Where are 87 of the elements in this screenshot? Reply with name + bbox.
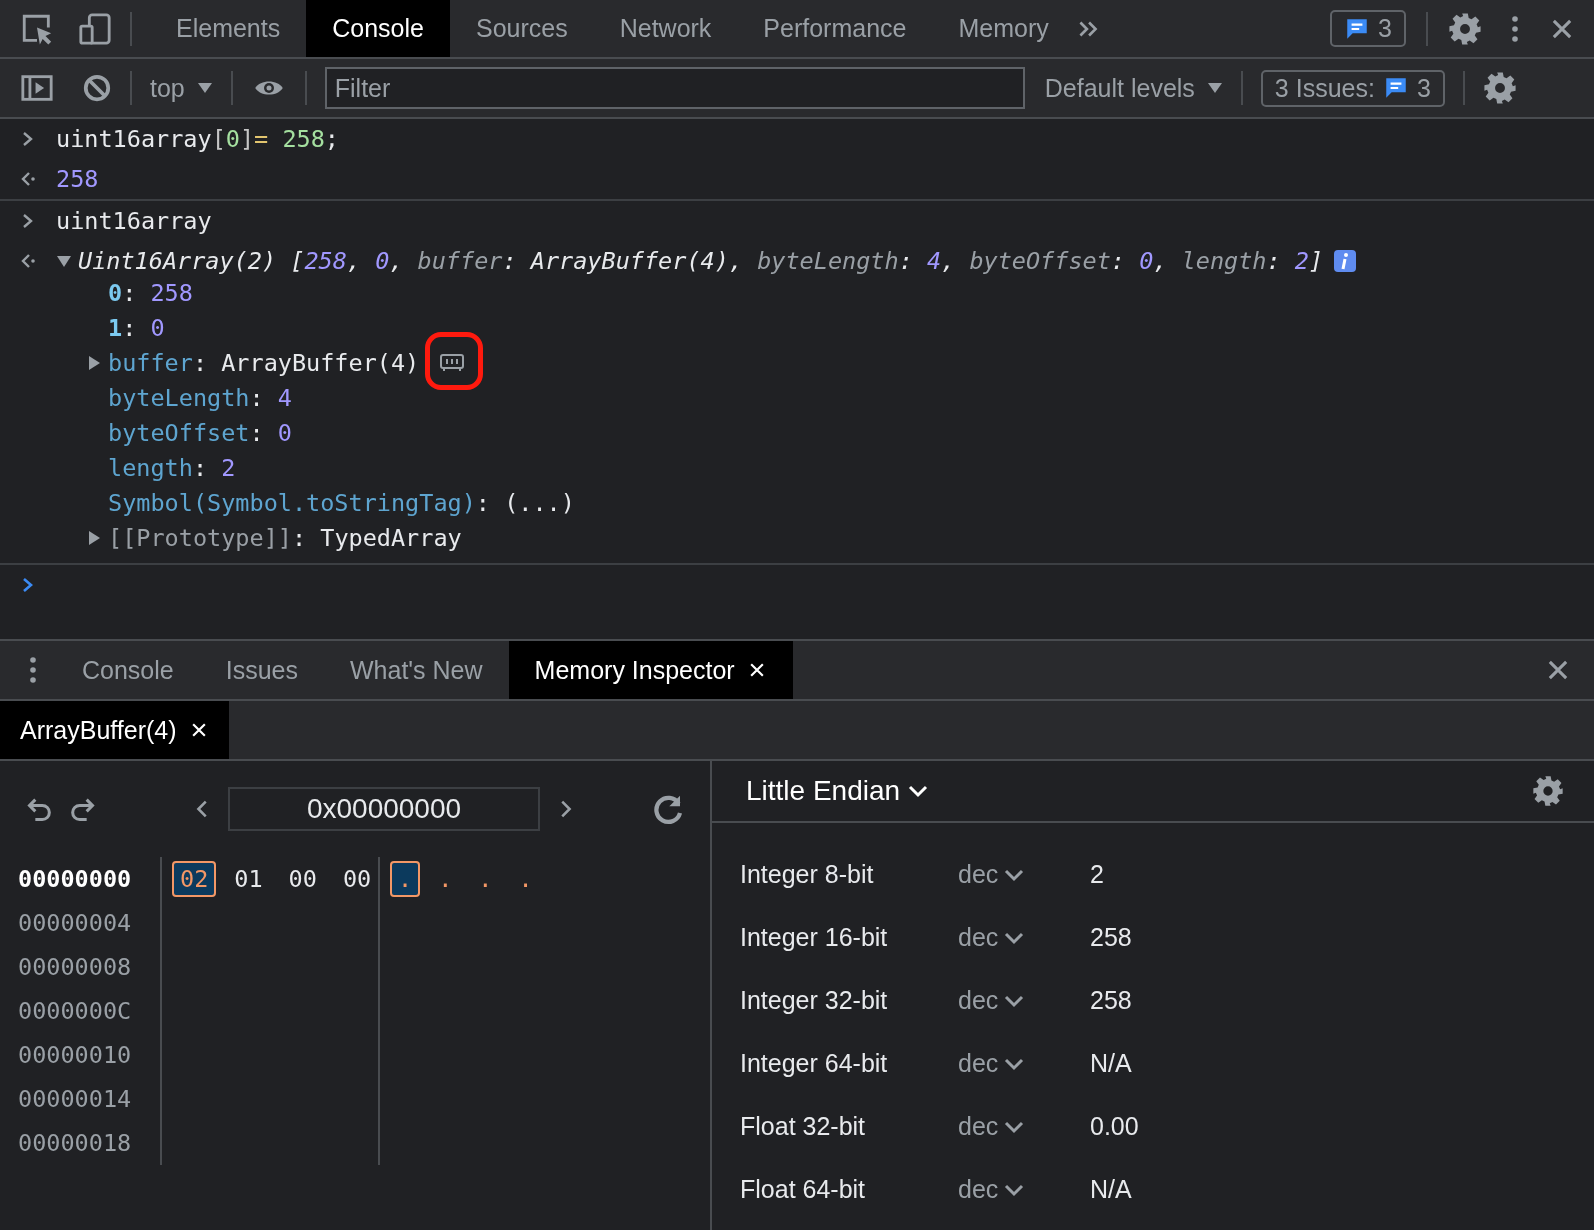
expand-arrow-icon[interactable] — [86, 529, 102, 546]
console-input-line: uint16array — [56, 207, 212, 235]
panel-tab[interactable]: Console — [306, 0, 450, 57]
address-label: 00000010 — [18, 1041, 132, 1069]
drawer-menu-icon[interactable] — [28, 655, 38, 685]
inspector-settings-icon[interactable] — [1532, 775, 1564, 807]
drawer-tab[interactable]: What's New — [324, 641, 509, 699]
value-text: 258 — [1090, 923, 1132, 952]
device-icon[interactable] — [78, 11, 112, 46]
chevron-down-icon — [1004, 993, 1025, 1008]
value-text: N/A — [1090, 1049, 1132, 1078]
format-dropdown[interactable]: dec — [958, 1049, 1090, 1078]
context-dropdown[interactable]: top — [150, 73, 213, 103]
value-type-label: Float 64-bit — [740, 1175, 867, 1204]
chevron-down-icon — [1004, 867, 1025, 882]
address-field[interactable]: 0x00000000 — [228, 787, 540, 831]
property-line: byteOffset: 0 — [108, 418, 292, 447]
result-arrow-icon — [20, 170, 38, 188]
format-dropdown[interactable]: dec — [958, 986, 1090, 1015]
console-input-line: uint16array[0]= 258; — [56, 125, 339, 153]
value-type-label: Integer 64-bit — [740, 1049, 889, 1078]
console-settings-icon[interactable] — [1482, 71, 1517, 105]
byte-cell[interactable]: 00 — [334, 861, 380, 897]
ascii-cell[interactable]: . — [470, 861, 501, 897]
format-dropdown[interactable]: dec — [958, 860, 1090, 889]
value-text: 258 — [1090, 986, 1132, 1015]
address-label: 00000014 — [18, 1085, 132, 1113]
address-label: 00000018 — [18, 1129, 132, 1157]
property-line: byteLength: 4 — [108, 383, 292, 412]
chevron-down-icon — [1004, 930, 1025, 945]
panel-tab[interactable]: Sources — [449, 0, 594, 57]
ascii-cell[interactable]: . — [510, 861, 541, 897]
log-levels-dropdown[interactable]: Default levels — [1044, 73, 1223, 103]
ascii-cell[interactable]: . — [390, 861, 421, 897]
byte-cell[interactable]: 01 — [226, 861, 271, 897]
value-type-label: Integer 32-bit — [740, 986, 889, 1015]
property-line: [[Prototype]]: TypedArray — [108, 523, 462, 552]
address-label: 00000008 — [18, 953, 132, 981]
value-text: 0.00 — [1090, 1112, 1139, 1141]
result-arrow-icon — [20, 252, 38, 270]
address-label: 00000004 — [18, 909, 132, 937]
panel-tab[interactable]: Network — [593, 0, 738, 57]
address-label: 00000000 — [18, 865, 132, 893]
value-type-label: Float 32-bit — [740, 1112, 867, 1141]
chevron-down-icon — [1004, 1056, 1025, 1071]
dropdown-caret-icon — [196, 82, 213, 94]
more-options-icon[interactable] — [1510, 13, 1520, 44]
panel-tab[interactable]: Elements — [150, 0, 307, 57]
property-line: length: 2 — [108, 453, 236, 482]
value-type-label: Integer 16-bit — [740, 923, 889, 952]
address-label: 0000000C — [18, 997, 132, 1025]
property-line: 0: 258 — [108, 278, 193, 307]
expand-arrow-icon[interactable] — [86, 354, 102, 371]
drawer-tab[interactable]: Memory Inspector — [508, 641, 793, 699]
info-icon[interactable] — [1333, 249, 1358, 273]
chevron-down-icon — [1004, 1182, 1025, 1197]
clear-console-icon[interactable] — [82, 73, 112, 103]
property-line: 1: 0 — [108, 313, 165, 342]
object-preview-line[interactable]: Uint16Array(2) [258, 0, buffer: ArrayBuffer(4), byteLength: 4, byteOffset: 0, length: 2] — [78, 247, 1324, 275]
filter-field[interactable]: Filter — [324, 67, 1025, 109]
dropdown-caret-icon — [1206, 82, 1223, 94]
property-line: buffer: ArrayBuffer(4) — [108, 348, 420, 377]
console-result-line: 258 — [56, 165, 99, 193]
byte-cell[interactable]: 00 — [280, 861, 325, 897]
panel-tab[interactable]: Memory — [932, 0, 1075, 57]
format-dropdown[interactable]: dec — [958, 1112, 1090, 1141]
ascii-cell[interactable]: . — [430, 861, 461, 897]
issues-button[interactable]: 3 Issues: 3 — [1260, 69, 1445, 107]
property-line: Symbol(Symbol.toStringTag): (...) — [108, 488, 575, 517]
endianness-dropdown[interactable]: Little Endian — [746, 775, 929, 807]
byte-cell[interactable]: 02 — [172, 861, 217, 897]
refresh-icon[interactable] — [652, 793, 684, 825]
format-dropdown[interactable]: dec — [958, 923, 1090, 952]
chevron-down-icon — [1004, 1119, 1025, 1134]
value-type-label: Integer 8-bit — [740, 860, 875, 889]
format-dropdown[interactable]: dec — [958, 1175, 1090, 1204]
settings-icon[interactable] — [1448, 11, 1482, 46]
panel-tab[interactable]: Performance — [737, 0, 933, 57]
chevron-down-icon — [908, 784, 929, 798]
expand-arrow-icon[interactable] — [56, 253, 72, 269]
drawer-tab[interactable]: Console — [56, 641, 200, 699]
memory-chip-icon[interactable] — [439, 351, 466, 374]
value-text: N/A — [1090, 1175, 1132, 1204]
issues-badge[interactable]: 3 — [1330, 10, 1406, 47]
buffer-tab[interactable]: ArrayBuffer(4) — [0, 701, 229, 759]
value-text: 2 — [1090, 860, 1104, 889]
drawer-tab[interactable]: Issues — [199, 641, 324, 699]
